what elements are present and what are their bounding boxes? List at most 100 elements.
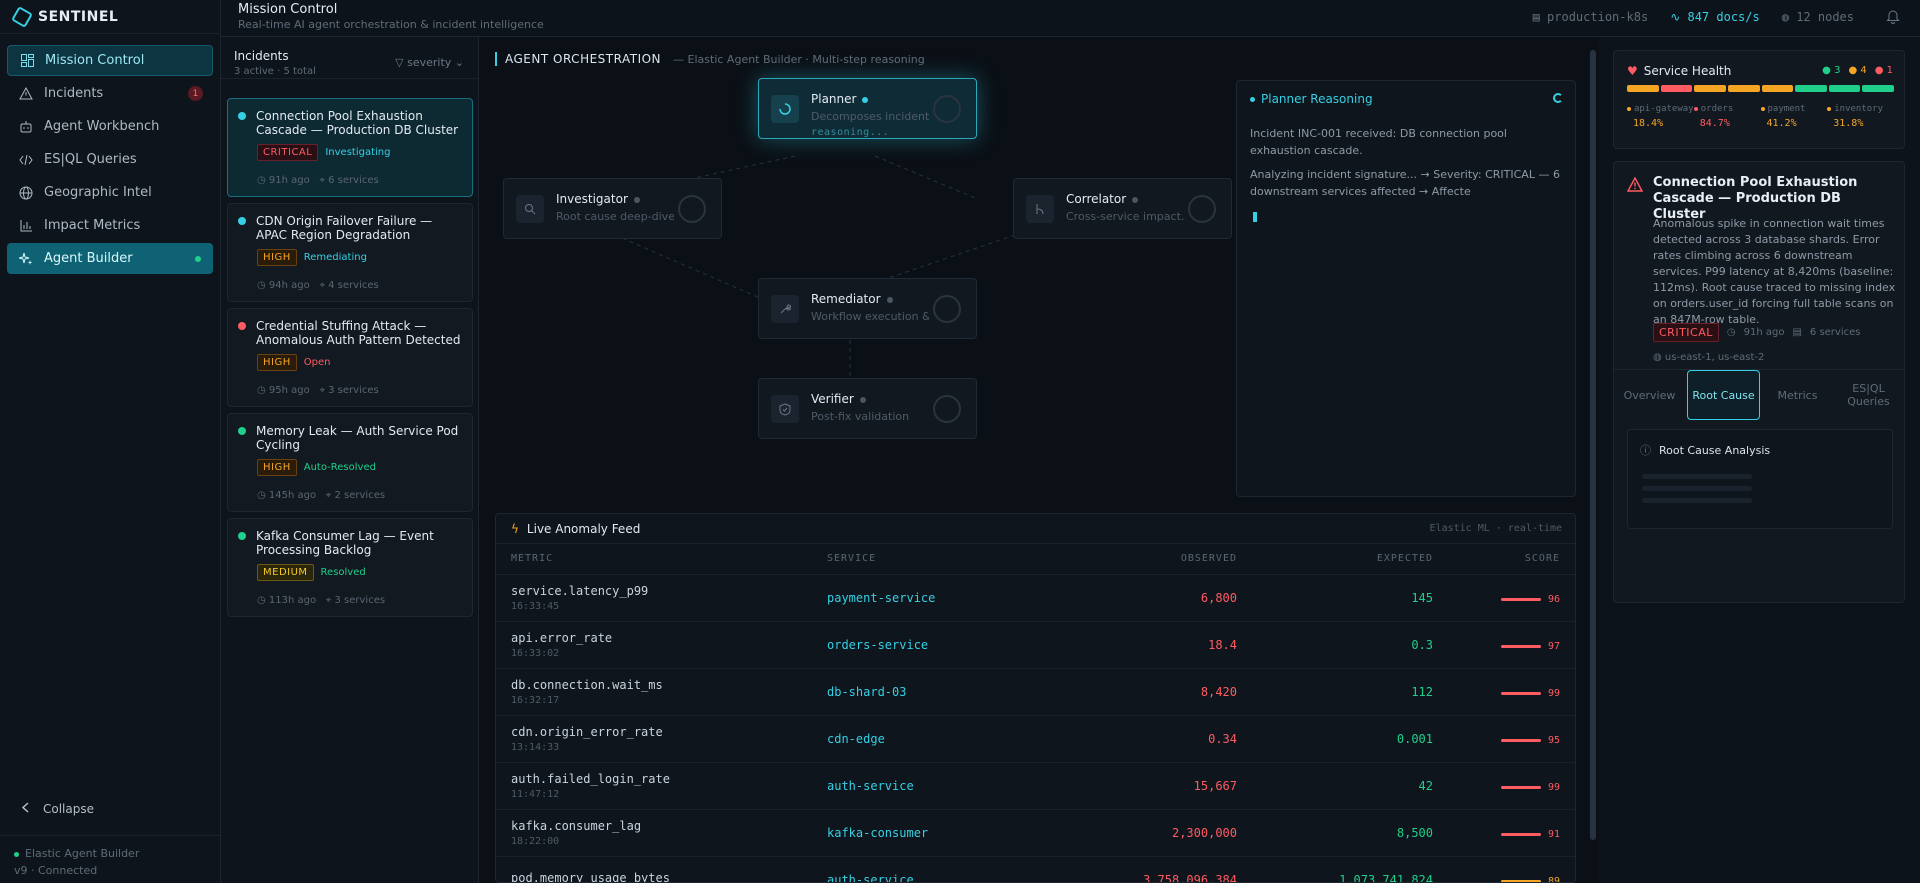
agent-name: Planner xyxy=(811,92,869,106)
severity-badge: CRITICAL xyxy=(257,144,319,161)
metric-cell: auth.failed_login_rate 11:47:12 xyxy=(496,762,812,810)
reasoning-title-text: Planner Reasoning xyxy=(1261,92,1373,106)
agent-name-text: Planner xyxy=(811,92,857,106)
shield-check-icon xyxy=(771,395,799,423)
column-header: EXPECTED xyxy=(1252,544,1448,575)
nav-item-mission-control[interactable]: Mission Control xyxy=(7,45,213,76)
incident-card[interactable]: CDN Origin Failover Failure — APAC Regio… xyxy=(227,203,473,302)
service-cell[interactable]: orders-service xyxy=(812,621,1052,669)
service-cell[interactable]: db-shard-03 xyxy=(812,668,1052,716)
score-bar xyxy=(1500,786,1541,789)
incident-card[interactable]: Connection Pool Exhaustion Cascade — Pro… xyxy=(227,98,473,197)
progress-ring xyxy=(933,295,961,323)
services-icon: ⌖ xyxy=(325,595,332,606)
incident-tags: MEDIUM Resolved xyxy=(238,564,462,581)
service-health-item[interactable]: payment 41.2% xyxy=(1760,103,1828,130)
collapse-button[interactable]: Collapse xyxy=(21,802,94,816)
notification-bell-icon[interactable] xyxy=(1886,9,1900,24)
nav-item-agent-builder[interactable]: Agent Builder xyxy=(7,243,213,274)
severity-badge: MEDIUM xyxy=(257,564,314,581)
incident-title-text: Credential Stuffing Attack — Anomalous A… xyxy=(256,319,461,347)
progress-ring xyxy=(678,195,706,223)
score-value: 95 xyxy=(1547,735,1560,746)
incident-age: 145h ago xyxy=(268,490,317,501)
nav-item-agent-workbench[interactable]: Agent Workbench xyxy=(7,111,213,142)
table-row[interactable]: auth.failed_login_rate 11:47:12 auth-servi… xyxy=(496,762,1575,810)
incident-tags: HIGH Auto-Resolved xyxy=(238,459,462,476)
anomaly-feed: ϟ Live Anomaly Feed Elastic ML · real-ti… xyxy=(495,513,1576,883)
health-segment xyxy=(1694,85,1726,92)
column-header: METRIC xyxy=(496,544,812,575)
alert-triangle-icon xyxy=(19,87,33,101)
agent-name: Investigator xyxy=(556,192,640,206)
severity-filter[interactable]: ▽ severity ⌄ xyxy=(395,56,464,69)
agent-name-text: Verifier xyxy=(811,392,854,406)
service-cell[interactable]: cdn-edge xyxy=(812,715,1052,763)
metric-name: service.latency_p99 xyxy=(511,583,649,598)
status-dot xyxy=(1693,106,1698,111)
tab-esql-queries[interactable]: ES|QL Queries xyxy=(1833,370,1904,420)
incident-card[interactable]: Credential Stuffing Attack — Anomalous A… xyxy=(227,308,473,407)
incident-services: 6 services xyxy=(328,175,379,186)
anomaly-score: 99 xyxy=(1500,688,1560,699)
connected-dot xyxy=(14,851,19,857)
service-health-item[interactable]: inventory 31.8% xyxy=(1827,103,1894,130)
agent-correlator[interactable]: Correlator Cross-service impact... xyxy=(1013,178,1232,239)
incident-age: 95h ago xyxy=(268,385,310,396)
health-segment xyxy=(1627,85,1659,92)
agent-description: Decomposes incident... xyxy=(811,110,929,123)
incident-age: 91h ago xyxy=(1743,327,1785,338)
agent-status-dot xyxy=(862,96,869,103)
nav-item-geographic-intel[interactable]: Geographic Intel xyxy=(7,177,213,208)
table-row[interactable]: kafka.consumer_lag 18:22:00 kafka-consumer… xyxy=(496,809,1575,857)
service-health-item[interactable]: orders 84.7% xyxy=(1693,103,1761,130)
tab-metrics[interactable]: Metrics xyxy=(1762,370,1833,420)
loading-skeleton xyxy=(1642,486,1752,491)
agent-remediator[interactable]: Remediator Workflow execution &... xyxy=(758,278,977,339)
service-cell[interactable]: auth-service xyxy=(812,762,1052,810)
health-segment xyxy=(1660,85,1693,92)
health-segment xyxy=(1761,85,1794,92)
anomaly-score: 96 xyxy=(1500,594,1560,605)
warning-count-value: 4 xyxy=(1860,65,1867,76)
agent-status: reasoning... xyxy=(811,127,890,138)
table-row[interactable]: pod.memory_usage_bytes auth-service 3,758,… xyxy=(496,856,1575,882)
nav-label: ES|QL Queries xyxy=(44,152,137,167)
service-health-item[interactable]: api-gateway 18.4% xyxy=(1627,103,1694,130)
tab-root-cause[interactable]: Root Cause xyxy=(1687,370,1760,420)
nav-item-incidents[interactable]: Incidents 1 xyxy=(7,78,213,109)
service-cell[interactable]: kafka-consumer xyxy=(812,809,1052,857)
score-bar xyxy=(1500,645,1541,648)
reasoning-line: Incident INC-001 received: DB connection… xyxy=(1250,127,1507,157)
bar-chart-icon xyxy=(19,219,33,233)
metric-cell: api.error_rate 16:33:02 xyxy=(496,621,812,669)
score-cell: 99 xyxy=(1448,762,1575,810)
table-row[interactable]: service.latency_p99 16:33:45 payment-servi… xyxy=(496,574,1575,622)
score-bar xyxy=(1500,833,1541,836)
nav-item-esql-queries[interactable]: ES|QL Queries xyxy=(7,144,213,175)
service-name: orders xyxy=(1700,104,1734,114)
agent-planner[interactable]: Planner Decomposes incident... reasoning… xyxy=(758,78,977,139)
clock-icon: ◷ xyxy=(257,280,266,291)
nav-label: Incidents xyxy=(44,86,104,101)
reasoning-line: Analyzing incident signature... → Severi… xyxy=(1250,168,1560,198)
incident-card[interactable]: Kafka Consumer Lag — Event Processing Ba… xyxy=(227,518,473,617)
table-row[interactable]: db.connection.wait_ms 16:32:17 db-shard-03… xyxy=(496,668,1575,716)
agent-verifier[interactable]: Verifier Post-fix validation xyxy=(758,378,977,439)
table-row[interactable]: api.error_rate 16:33:02 orders-service 18.4… xyxy=(496,621,1575,669)
service-cell[interactable]: auth-service xyxy=(812,856,1052,882)
table-row[interactable]: cdn.origin_error_rate 13:14:33 cdn-edge 0.3… xyxy=(496,715,1575,763)
incident-card[interactable]: Memory Leak — Auth Service Pod Cycling HI… xyxy=(227,413,473,512)
nav-item-impact-metrics[interactable]: Impact Metrics xyxy=(7,210,213,241)
agent-investigator[interactable]: Investigator Root cause deep-dive xyxy=(503,178,722,239)
page-subtitle: Real-time AI agent orchestration & incid… xyxy=(238,18,544,31)
score-value: 99 xyxy=(1547,782,1560,793)
service-cell[interactable]: payment-service xyxy=(812,574,1052,622)
tab-overview[interactable]: Overview xyxy=(1614,370,1685,420)
filter-label: severity xyxy=(407,56,452,69)
main-scrollbar[interactable] xyxy=(1590,50,1596,840)
progress-ring xyxy=(933,395,961,423)
agent-status-dot xyxy=(859,396,866,403)
footer-line1: Elastic Agent Builder xyxy=(25,847,140,860)
expected-cell: 8,500 xyxy=(1252,809,1448,857)
